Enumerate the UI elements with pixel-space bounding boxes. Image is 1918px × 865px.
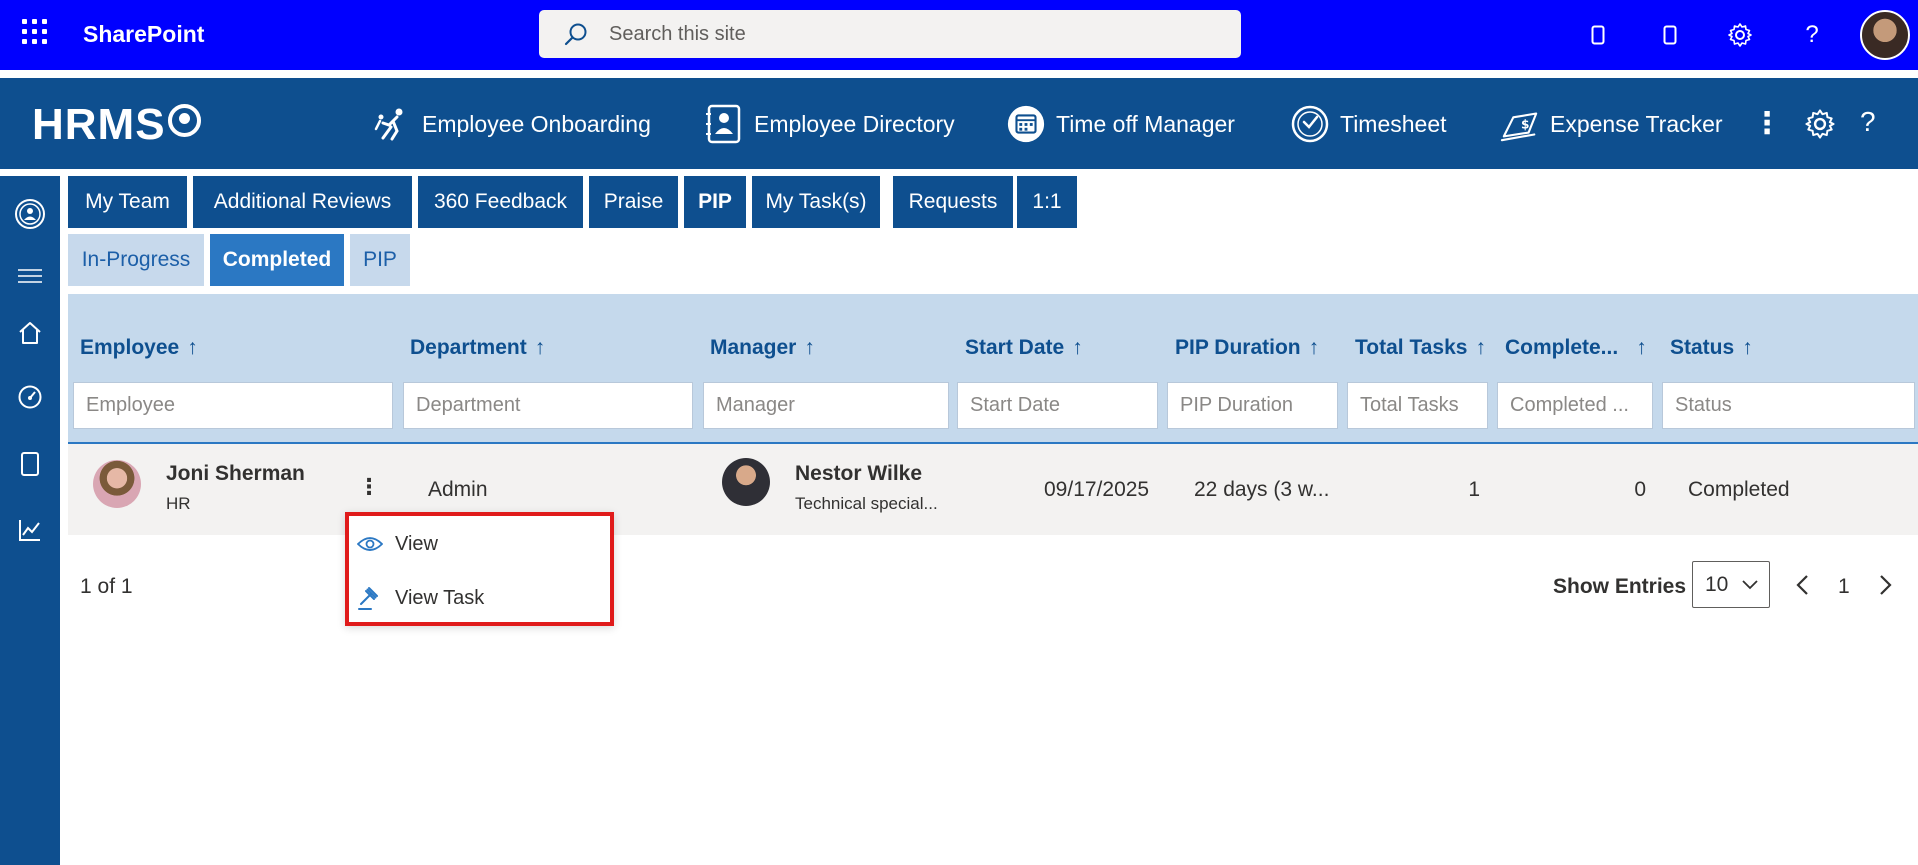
app-launcher-icon[interactable] [20, 17, 48, 45]
start-date-cell: 09/17/2025 [1044, 478, 1150, 501]
more-options-icon[interactable]: ⋮ [1752, 106, 1782, 142]
onboarding-icon [372, 104, 412, 144]
subtab-pip[interactable]: PIP [350, 234, 410, 286]
menu-item-label: View [395, 532, 438, 555]
nav-timesheet[interactable]: Timesheet [1290, 104, 1447, 144]
tab-praise[interactable]: Praise [589, 176, 678, 228]
entries-dropdown[interactable]: 10 [1692, 561, 1770, 608]
expense-icon: $ [1500, 104, 1540, 144]
nav-label: Time off Manager [1056, 110, 1235, 137]
column-header-pip-duration[interactable]: PIP Duration ↑ [1175, 336, 1319, 360]
manager-name[interactable]: Nestor Wilke [795, 462, 922, 486]
svg-text:$: $ [1521, 118, 1530, 132]
tab-one-on-one[interactable]: 1:1 [1017, 176, 1077, 228]
search-icon [564, 23, 587, 46]
show-entries-label: Show Entries [1553, 575, 1687, 598]
current-page-number[interactable]: 1 [1838, 575, 1850, 599]
search-input[interactable] [609, 18, 1209, 50]
menu-item-label: View Task [395, 586, 485, 609]
eye-icon [355, 536, 385, 552]
home-icon[interactable] [14, 317, 46, 349]
nav-employee-directory[interactable]: Employee Directory [704, 104, 955, 144]
filter-status[interactable] [1662, 382, 1915, 429]
employee-name[interactable]: Joni Sherman [166, 462, 305, 486]
device-icon[interactable] [1580, 17, 1616, 53]
entries-value: 10 [1705, 573, 1729, 596]
sharepoint-title[interactable]: SharePoint [83, 21, 204, 48]
tab-pip[interactable]: PIP [684, 176, 746, 228]
next-page-icon[interactable] [1875, 570, 1895, 605]
left-rail [0, 176, 60, 865]
tab-my-team[interactable]: My Team [68, 176, 187, 228]
subtab-in-progress[interactable]: In-Progress [68, 234, 204, 286]
hrms-help-icon[interactable]: ? [1860, 106, 1876, 138]
menu-icon[interactable] [14, 260, 46, 292]
notebook-icon[interactable] [1652, 17, 1688, 53]
manager-title: Technical special... [795, 494, 938, 513]
hrms-header: HRMS Employee Onboarding Employee Direct… [0, 78, 1918, 169]
tab-requests[interactable]: Requests [893, 176, 1013, 228]
directory-icon [704, 104, 744, 144]
nav-label: Employee Directory [754, 110, 955, 137]
menu-item-view[interactable]: View [355, 522, 605, 566]
tab-360-feedback[interactable]: 360 Feedback [418, 176, 583, 228]
filter-start-date[interactable] [957, 382, 1158, 429]
previous-page-icon[interactable] [1793, 570, 1813, 605]
page-icon[interactable] [14, 448, 46, 480]
column-header-status[interactable]: Status ↑ [1670, 336, 1753, 360]
tab-additional-reviews[interactable]: Additional Reviews [193, 176, 412, 228]
nav-label: Expense Tracker [1550, 110, 1723, 137]
column-header-start-date[interactable]: Start Date ↑ [965, 336, 1083, 360]
row-actions-icon[interactable]: ⋮ [358, 476, 380, 498]
suite-bar: SharePoint ? [0, 0, 1918, 70]
settings-gear-icon[interactable] [1722, 17, 1758, 53]
profile-icon[interactable] [14, 198, 46, 230]
filter-manager[interactable] [703, 382, 949, 429]
nav-label: Timesheet [1340, 110, 1447, 137]
tab-my-tasks[interactable]: My Task(s) [752, 176, 880, 228]
dashboard-icon[interactable] [14, 381, 46, 413]
search-box[interactable] [539, 10, 1241, 58]
chevron-down-icon [1741, 562, 1759, 623]
completed-cell: 0 [1634, 478, 1646, 501]
column-header-manager[interactable]: Manager ↑ [710, 336, 815, 360]
nav-label: Employee Onboarding [422, 110, 651, 137]
subtab-completed[interactable]: Completed [210, 234, 344, 286]
help-icon[interactable]: ? [1794, 17, 1830, 53]
nav-time-off-manager[interactable]: Time off Manager [1006, 104, 1235, 144]
column-header-completed[interactable]: Complete... ↑ [1505, 336, 1647, 360]
analytics-icon[interactable] [14, 514, 46, 546]
total-tasks-cell: 1 [1468, 478, 1480, 501]
hrms-settings-icon[interactable] [1804, 108, 1836, 145]
clock-icon [1290, 104, 1330, 144]
filter-total-tasks[interactable] [1347, 382, 1488, 429]
employee-subtext: HR [166, 494, 191, 513]
user-avatar[interactable] [1860, 10, 1910, 60]
nav-expense-tracker[interactable]: $ Expense Tracker [1500, 104, 1723, 144]
filter-employee[interactable] [73, 382, 393, 429]
status-cell: Completed [1688, 478, 1790, 501]
manager-photo [722, 458, 770, 506]
hrms-logo[interactable]: HRMS [32, 100, 201, 150]
calendar-icon [1006, 104, 1046, 144]
pip-duration-cell: 22 days (3 w... [1194, 478, 1330, 501]
column-header-employee[interactable]: Employee ↑ [80, 336, 198, 360]
column-header-total-tasks[interactable]: Total Tasks ↑ [1355, 336, 1486, 360]
filter-department[interactable] [403, 382, 693, 429]
filter-pip-duration[interactable] [1167, 382, 1338, 429]
pagination-summary: 1 of 1 [80, 575, 133, 598]
filter-completed[interactable] [1497, 382, 1653, 429]
table-header: Employee ↑ Department ↑ Manager ↑ Start Dat… [68, 294, 1918, 442]
department-cell: Admin [428, 478, 488, 501]
row-context-menu: View View Task [345, 512, 614, 626]
employee-photo [93, 460, 141, 508]
gavel-icon [355, 585, 385, 611]
nav-employee-onboarding[interactable]: Employee Onboarding [372, 104, 651, 144]
column-header-department[interactable]: Department ↑ [410, 336, 545, 360]
menu-item-view-task[interactable]: View Task [355, 576, 605, 620]
